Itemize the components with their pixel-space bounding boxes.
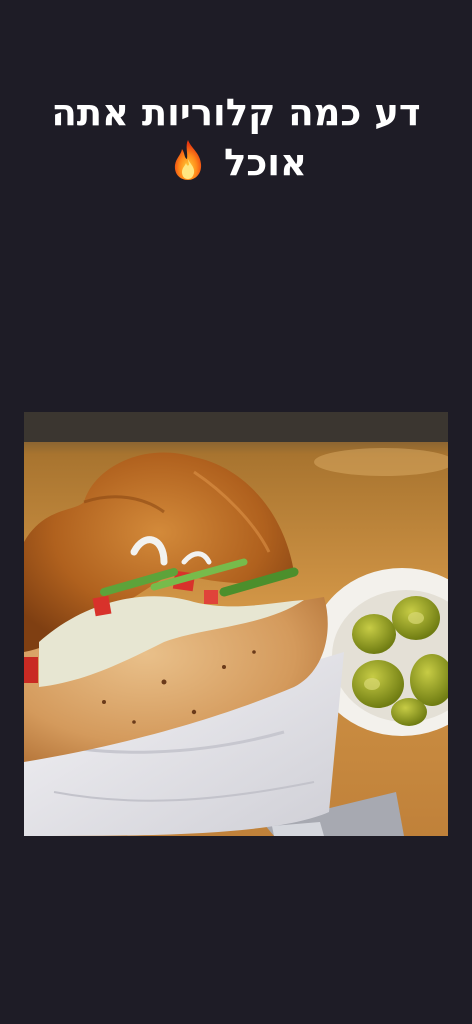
headline-line-2: אוכל [30, 138, 442, 194]
food-photo [24, 412, 448, 836]
headline-line-2-text: אוכל [223, 141, 307, 184]
screen: דע כמה קלוריות אתה אוכל [0, 0, 472, 1024]
fire-icon [171, 139, 205, 194]
headline-line-1: דע כמה קלוריות אתה [51, 91, 421, 134]
headline: דע כמה קלוריות אתה אוכל [30, 88, 442, 194]
